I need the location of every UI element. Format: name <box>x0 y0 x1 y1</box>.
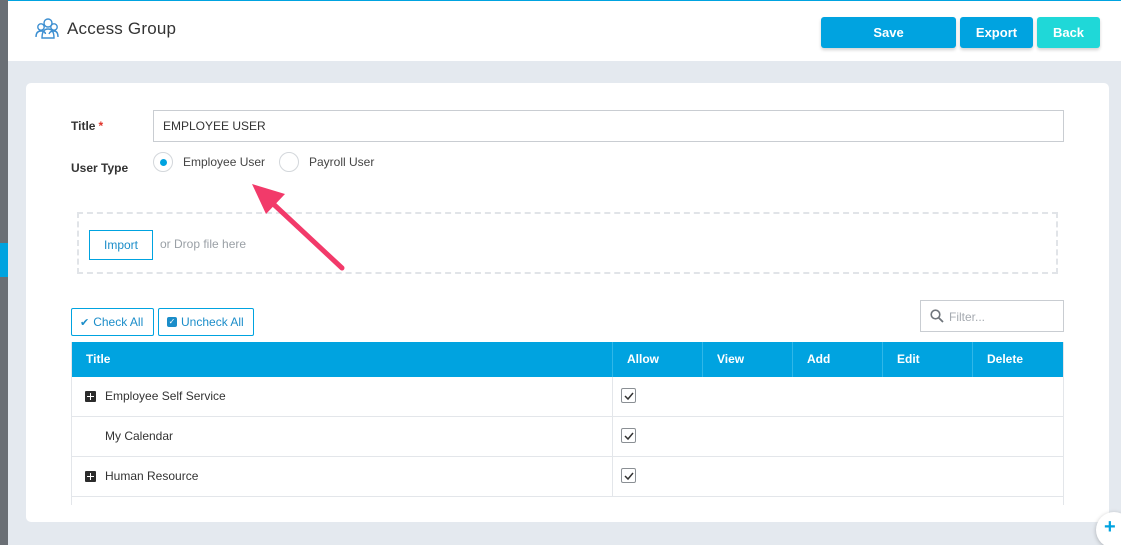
column-header-edit: Edit <box>883 342 973 377</box>
check-all-label: Check All <box>93 315 144 329</box>
import-button[interactable]: Import <box>89 230 153 260</box>
row-title: Human Resource <box>105 469 199 483</box>
column-header-title: Title <box>72 342 613 377</box>
checkmark-icon <box>624 432 634 441</box>
plus-icon: + <box>1104 516 1116 538</box>
column-header-view: View <box>703 342 793 377</box>
page-title: Access Group <box>67 19 177 38</box>
allow-checkbox[interactable] <box>621 468 636 483</box>
permissions-table: Title Allow View Add Edit Delete Employe… <box>71 342 1064 505</box>
title-label-text: Title <box>71 119 96 133</box>
filter-input[interactable] <box>949 308 1057 326</box>
allow-checkbox[interactable] <box>621 428 636 443</box>
plus-square-icon[interactable] <box>85 391 96 402</box>
column-header-delete: Delete <box>987 352 1024 366</box>
users-group-icon <box>35 18 59 39</box>
back-button[interactable]: Back <box>1037 17 1100 48</box>
user-type-label: User Type <box>71 161 129 175</box>
title-label: Title * <box>71 119 103 133</box>
table-row: Employee Self Service <box>72 377 1063 417</box>
uncheck-all-button[interactable]: ✓ Uncheck All <box>158 308 254 336</box>
uncheck-all-label: Uncheck All <box>181 315 244 329</box>
save-button[interactable]: Save <box>821 17 956 48</box>
row-title: My Calendar <box>105 429 174 443</box>
floating-add-button[interactable]: + <box>1096 512 1121 545</box>
checkbox-icon: ✓ <box>167 317 177 327</box>
check-all-button[interactable]: ✔ Check All <box>71 308 154 336</box>
column-header-add: Add <box>793 342 883 377</box>
filter-box[interactable] <box>920 300 1064 332</box>
checkmark-icon <box>624 472 634 481</box>
checkmark-icon <box>624 392 634 401</box>
column-header-allow: Allow <box>613 342 703 377</box>
employee-user-radio-label[interactable]: Employee User <box>183 155 265 169</box>
table-row: Human Resource <box>72 457 1063 497</box>
page-header: Access Group Save Export Back <box>8 0 1121 61</box>
payroll-user-radio[interactable] <box>279 152 299 172</box>
payroll-user-radio-label[interactable]: Payroll User <box>309 155 374 169</box>
check-icon: ✔ <box>80 316 90 329</box>
table-row: My Calendar <box>72 417 1063 457</box>
plus-square-icon[interactable] <box>85 471 96 482</box>
row-title-cell: Employee Self Service <box>72 377 613 416</box>
file-dropzone[interactable]: Import or Drop file here <box>77 212 1058 274</box>
row-title: Employee Self Service <box>105 389 226 403</box>
export-button[interactable]: Export <box>960 17 1033 48</box>
row-title-cell: Human Resource <box>72 457 613 496</box>
table-row <box>72 497 1063 505</box>
allow-checkbox[interactable] <box>621 388 636 403</box>
search-icon <box>930 309 944 323</box>
sidebar-active-indicator <box>0 243 8 277</box>
drop-hint: or Drop file here <box>160 237 247 251</box>
required-marker: * <box>98 119 104 133</box>
employee-user-radio[interactable] <box>153 152 173 172</box>
access-group-form-card: Title* User Type Employee User Payroll U… <box>26 83 1109 522</box>
left-sidebar-strip <box>0 0 8 545</box>
title-input[interactable] <box>153 110 1064 142</box>
row-title-cell: My Calendar <box>72 417 613 456</box>
table-header: Title Allow View Add Edit Delete <box>72 342 1063 377</box>
